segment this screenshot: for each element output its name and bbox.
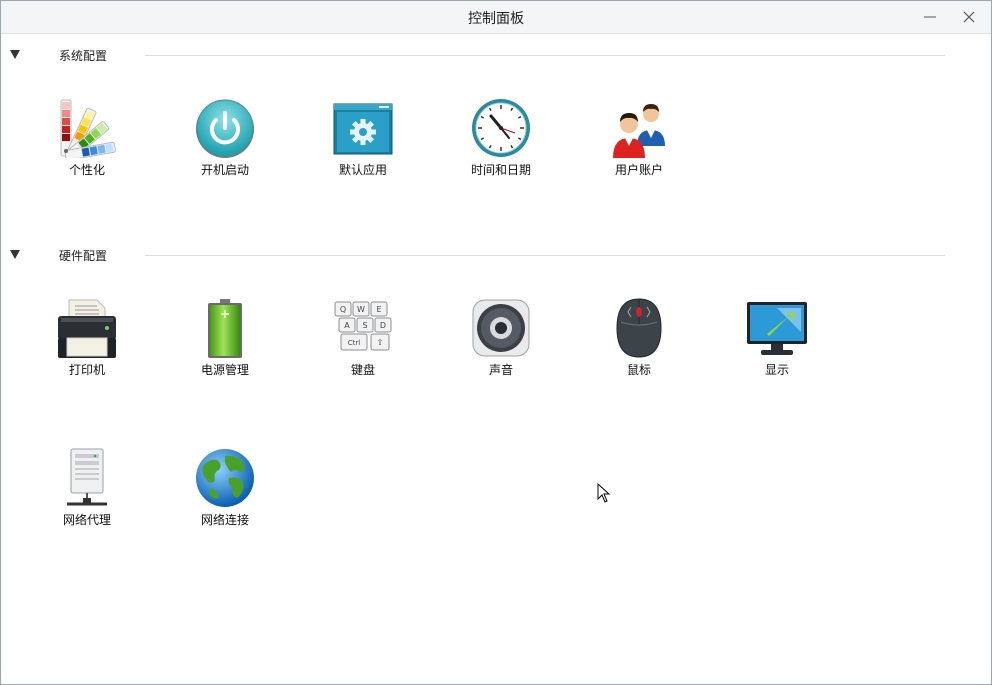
key-d-label: D bbox=[380, 321, 386, 330]
item-network-proxy[interactable]: 网络代理 bbox=[32, 448, 142, 538]
clock-icon bbox=[472, 99, 530, 157]
item-default-apps[interactable]: 默认应用 bbox=[308, 98, 418, 188]
item-label: 用户账户 bbox=[614, 163, 663, 177]
section-header-system: 系统配置 bbox=[9, 45, 949, 65]
item-label: 键盘 bbox=[350, 363, 375, 377]
title-bar: 控制面板 bbox=[1, 1, 991, 34]
printer-icon bbox=[58, 299, 116, 358]
item-label: 网络代理 bbox=[62, 513, 111, 527]
item-keyboard[interactable]: Q W E A S D Ctrl ⇧ 键盘 bbox=[308, 298, 418, 388]
users-icon bbox=[613, 104, 665, 158]
close-icon bbox=[963, 11, 975, 23]
keyboard-icon: Q W E A S D Ctrl ⇧ bbox=[334, 301, 392, 351]
monitor-icon bbox=[747, 302, 807, 355]
item-label: 时间和日期 bbox=[470, 163, 531, 177]
item-label: 显示 bbox=[764, 363, 789, 377]
key-w-label: W bbox=[357, 305, 365, 314]
key-s-label: S bbox=[362, 321, 367, 330]
power-icon bbox=[196, 99, 254, 158]
item-label: 开机启动 bbox=[200, 163, 249, 177]
item-label: 鼠标 bbox=[626, 363, 651, 377]
mouse-pointer-icon bbox=[597, 483, 611, 503]
item-printer[interactable]: 打印机 bbox=[32, 298, 142, 388]
key-shift-label: ⇧ bbox=[377, 338, 384, 347]
window-title: 控制面板 bbox=[468, 11, 524, 27]
close-button[interactable] bbox=[957, 5, 981, 29]
item-power-management[interactable]: 电源管理 bbox=[170, 298, 280, 388]
minimize-button[interactable] bbox=[918, 5, 942, 29]
key-ctrl-label: Ctrl bbox=[348, 339, 361, 347]
item-display[interactable]: 显示 bbox=[722, 298, 832, 388]
color-palette-icon bbox=[60, 99, 116, 158]
battery-icon bbox=[208, 299, 242, 358]
item-mouse[interactable]: 鼠标 bbox=[584, 298, 694, 388]
item-date-time[interactable]: 时间和日期 bbox=[446, 98, 556, 188]
item-label: 个性化 bbox=[68, 163, 105, 177]
collapse-arrow-icon[interactable] bbox=[9, 249, 21, 261]
key-a-label: A bbox=[344, 321, 350, 330]
item-label: 打印机 bbox=[68, 363, 105, 377]
item-sound[interactable]: 声音 bbox=[446, 298, 556, 388]
item-label: 网络连接 bbox=[200, 513, 249, 527]
section-header-hardware: 硬件配置 bbox=[9, 245, 949, 265]
minimize-icon bbox=[924, 16, 936, 18]
key-e-label: E bbox=[376, 305, 381, 314]
item-user-accounts[interactable]: 用户账户 bbox=[584, 98, 694, 188]
mouse-icon bbox=[616, 298, 662, 358]
item-network-connection[interactable]: 网络连接 bbox=[170, 448, 280, 538]
item-label: 电源管理 bbox=[200, 363, 249, 377]
network-proxy-icon bbox=[67, 448, 107, 506]
control-panel-window: 控制面板 系统配置 个性化 开机启动 默认应用 时间和日期 用户账户 硬件配置 … bbox=[0, 0, 992, 685]
item-label: 默认应用 bbox=[338, 163, 387, 177]
collapse-arrow-icon[interactable] bbox=[9, 49, 21, 61]
key-q-label: Q bbox=[340, 305, 346, 314]
default-app-gear-icon bbox=[333, 103, 393, 155]
section-title-system: 系统配置 bbox=[59, 49, 108, 63]
item-personalization[interactable]: 个性化 bbox=[32, 98, 142, 188]
item-label: 声音 bbox=[488, 363, 513, 377]
section-title-hardware: 硬件配置 bbox=[59, 249, 108, 263]
item-startup[interactable]: 开机启动 bbox=[170, 98, 280, 188]
section-divider bbox=[145, 255, 945, 256]
globe-icon bbox=[196, 449, 254, 507]
section-divider bbox=[145, 55, 945, 56]
speaker-icon bbox=[472, 299, 530, 357]
